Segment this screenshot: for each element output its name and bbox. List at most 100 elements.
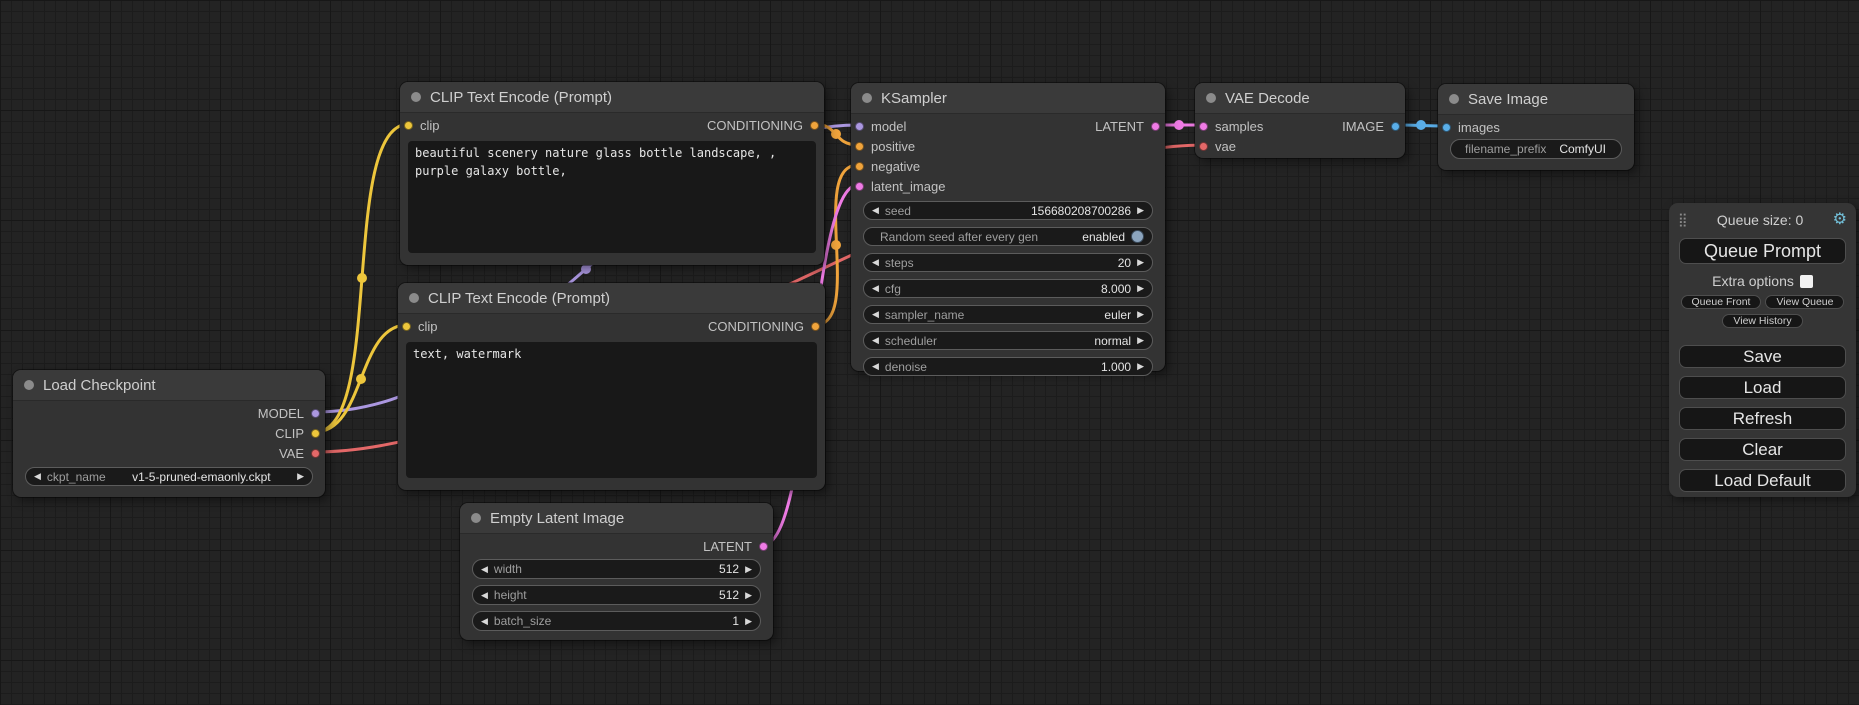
image-output-slot[interactable]: IMAGE (1342, 119, 1405, 134)
steps-widget[interactable]: ◀ steps 20 ▶ (863, 253, 1153, 272)
queue-prompt-button[interactable]: Queue Prompt (1679, 238, 1846, 264)
vae-decode-title-bar[interactable]: VAE Decode (1195, 83, 1405, 114)
node-graph-canvas[interactable]: Load Checkpoint MODEL CLIP VAE ◀ ckpt_na… (0, 0, 1859, 705)
save-image-node[interactable]: Save Image images filename_prefix ComfyU… (1438, 84, 1634, 170)
decrement-icon[interactable]: ◀ (872, 206, 879, 215)
negative-input-slot[interactable]: negative (851, 159, 920, 174)
increment-icon[interactable]: ▶ (745, 565, 752, 574)
clip-input-dot[interactable] (402, 322, 411, 331)
decrement-icon[interactable]: ◀ (872, 362, 879, 371)
batch-size-widget[interactable]: ◀ batch_size 1 ▶ (472, 611, 761, 631)
model-input-slot[interactable]: model (851, 119, 906, 134)
ckpt-name-widget[interactable]: ◀ ckpt_name v1-5-pruned-emaonly.ckpt ▶ (25, 467, 313, 486)
model-output-slot[interactable]: MODEL (258, 406, 325, 421)
latent-output-slot[interactable]: LATENT (703, 539, 773, 554)
clear-button[interactable]: Clear (1679, 438, 1846, 461)
images-input-slot[interactable]: images (1438, 120, 1500, 135)
conditioning-output-slot[interactable]: CONDITIONING (708, 319, 825, 334)
model-output-dot[interactable] (311, 409, 320, 418)
conditioning-output-dot[interactable] (811, 322, 820, 331)
decrement-icon[interactable]: ◀ (872, 258, 879, 267)
latent-output-dot[interactable] (759, 542, 768, 551)
save-image-title-bar[interactable]: Save Image (1438, 84, 1634, 115)
load-checkpoint-title-bar[interactable]: Load Checkpoint (13, 370, 325, 401)
prev-value-icon[interactable]: ◀ (872, 336, 879, 345)
seed-widget[interactable]: ◀ seed 156680208700286 ▶ (863, 201, 1153, 220)
node-collapse-dot[interactable] (471, 513, 481, 523)
next-value-icon[interactable]: ▶ (1137, 310, 1144, 319)
prev-value-icon[interactable]: ◀ (872, 310, 879, 319)
negative-input-dot[interactable] (855, 162, 864, 171)
increment-icon[interactable]: ▶ (1137, 284, 1144, 293)
vae-output-dot[interactable] (311, 449, 320, 458)
height-widget[interactable]: ◀ height 512 ▶ (472, 585, 761, 605)
refresh-button[interactable]: Refresh (1679, 407, 1846, 430)
vae-decode-node[interactable]: VAE Decode samples IMAGE vae (1195, 83, 1405, 158)
sampler-name-widget[interactable]: ◀ sampler_name euler ▶ (863, 305, 1153, 324)
load-checkpoint-node[interactable]: Load Checkpoint MODEL CLIP VAE ◀ ckpt_na… (13, 370, 325, 497)
node-collapse-dot[interactable] (862, 93, 872, 103)
clip-output-slot[interactable]: CLIP (275, 426, 325, 441)
increment-icon[interactable]: ▶ (1137, 362, 1144, 371)
negative-prompt-textarea[interactable]: text, watermark (406, 342, 817, 478)
increment-icon[interactable]: ▶ (1137, 206, 1144, 215)
random-seed-toggle[interactable] (1131, 230, 1144, 243)
clip-input-slot[interactable]: clip (400, 118, 440, 133)
clip-negative-title-bar[interactable]: CLIP Text Encode (Prompt) (398, 283, 825, 314)
vae-output-slot[interactable]: VAE (279, 446, 325, 461)
extra-options-checkbox[interactable] (1800, 275, 1813, 288)
node-collapse-dot[interactable] (411, 92, 421, 102)
latent-output-slot[interactable]: LATENT (1095, 119, 1165, 134)
increment-icon[interactable]: ▶ (1137, 258, 1144, 267)
next-value-icon[interactable]: ▶ (297, 472, 304, 481)
scheduler-widget[interactable]: ◀ scheduler normal ▶ (863, 331, 1153, 350)
width-widget[interactable]: ◀ width 512 ▶ (472, 559, 761, 579)
denoise-widget[interactable]: ◀ denoise 1.000 ▶ (863, 357, 1153, 376)
view-queue-button[interactable]: View Queue (1765, 295, 1844, 309)
prev-value-icon[interactable]: ◀ (34, 472, 41, 481)
positive-prompt-textarea[interactable]: beautiful scenery nature glass bottle la… (408, 141, 816, 253)
samples-input-slot[interactable]: samples (1195, 119, 1263, 134)
load-button[interactable]: Load (1679, 376, 1846, 399)
drag-handle-icon[interactable]: ⣿ (1678, 212, 1688, 228)
vae-input-slot[interactable]: vae (1195, 139, 1236, 154)
empty-latent-title-bar[interactable]: Empty Latent Image (460, 503, 773, 534)
cfg-widget[interactable]: ◀ cfg 8.000 ▶ (863, 279, 1153, 298)
settings-gear-icon[interactable]: ⚙ (1833, 212, 1847, 228)
image-output-dot[interactable] (1391, 122, 1400, 131)
increment-icon[interactable]: ▶ (745, 591, 752, 600)
clip-input-dot[interactable] (404, 121, 413, 130)
images-input-dot[interactable] (1442, 123, 1451, 132)
node-collapse-dot[interactable] (24, 380, 34, 390)
latent-image-input-dot[interactable] (855, 182, 864, 191)
ksampler-title-bar[interactable]: KSampler (851, 83, 1165, 114)
decrement-icon[interactable]: ◀ (481, 591, 488, 600)
node-collapse-dot[interactable] (1206, 93, 1216, 103)
node-collapse-dot[interactable] (409, 293, 419, 303)
ksampler-node[interactable]: KSampler model LATENT positive negative … (851, 83, 1165, 371)
clip-input-slot[interactable]: clip (398, 319, 438, 334)
vae-input-dot[interactable] (1199, 142, 1208, 151)
clip-text-encode-negative-node[interactable]: CLIP Text Encode (Prompt) clip CONDITION… (398, 283, 825, 490)
view-history-button[interactable]: View History (1722, 314, 1802, 328)
model-input-dot[interactable] (855, 122, 864, 131)
samples-input-dot[interactable] (1199, 122, 1208, 131)
latent-image-input-slot[interactable]: latent_image (851, 179, 945, 194)
clip-positive-title-bar[interactable]: CLIP Text Encode (Prompt) (400, 82, 824, 113)
increment-icon[interactable]: ▶ (745, 617, 752, 626)
decrement-icon[interactable]: ◀ (872, 284, 879, 293)
node-collapse-dot[interactable] (1449, 94, 1459, 104)
conditioning-output-dot[interactable] (810, 121, 819, 130)
next-value-icon[interactable]: ▶ (1137, 336, 1144, 345)
latent-output-dot[interactable] (1151, 122, 1160, 131)
decrement-icon[interactable]: ◀ (481, 565, 488, 574)
filename-prefix-widget[interactable]: filename_prefix ComfyUI (1450, 139, 1622, 159)
random-seed-widget[interactable]: Random seed after every gen enabled (863, 227, 1153, 246)
positive-input-dot[interactable] (855, 142, 864, 151)
save-button[interactable]: Save (1679, 345, 1846, 368)
decrement-icon[interactable]: ◀ (481, 617, 488, 626)
clip-text-encode-positive-node[interactable]: CLIP Text Encode (Prompt) clip CONDITION… (400, 82, 824, 265)
empty-latent-image-node[interactable]: Empty Latent Image LATENT ◀ width 512 ▶ … (460, 503, 773, 640)
conditioning-output-slot[interactable]: CONDITIONING (707, 118, 824, 133)
queue-front-button[interactable]: Queue Front (1681, 295, 1762, 309)
